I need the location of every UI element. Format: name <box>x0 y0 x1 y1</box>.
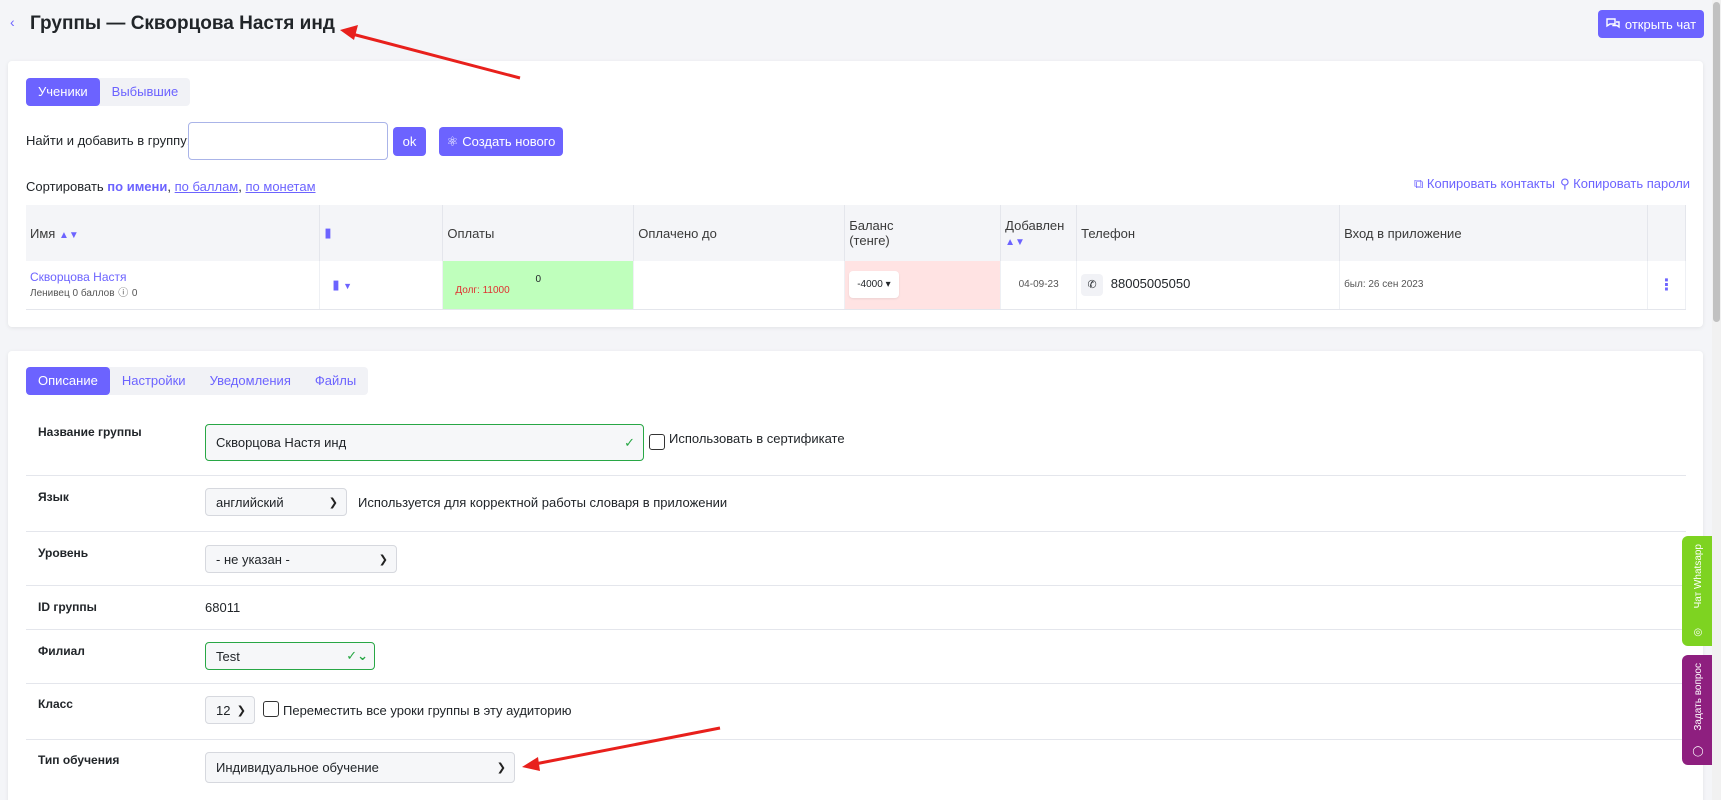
annotation-arrow <box>534 726 721 766</box>
annotation-arrowhead <box>522 757 540 771</box>
annotation-arrows <box>340 25 721 771</box>
annotation-arrowhead <box>340 25 358 40</box>
annotation-arrow <box>351 32 521 80</box>
